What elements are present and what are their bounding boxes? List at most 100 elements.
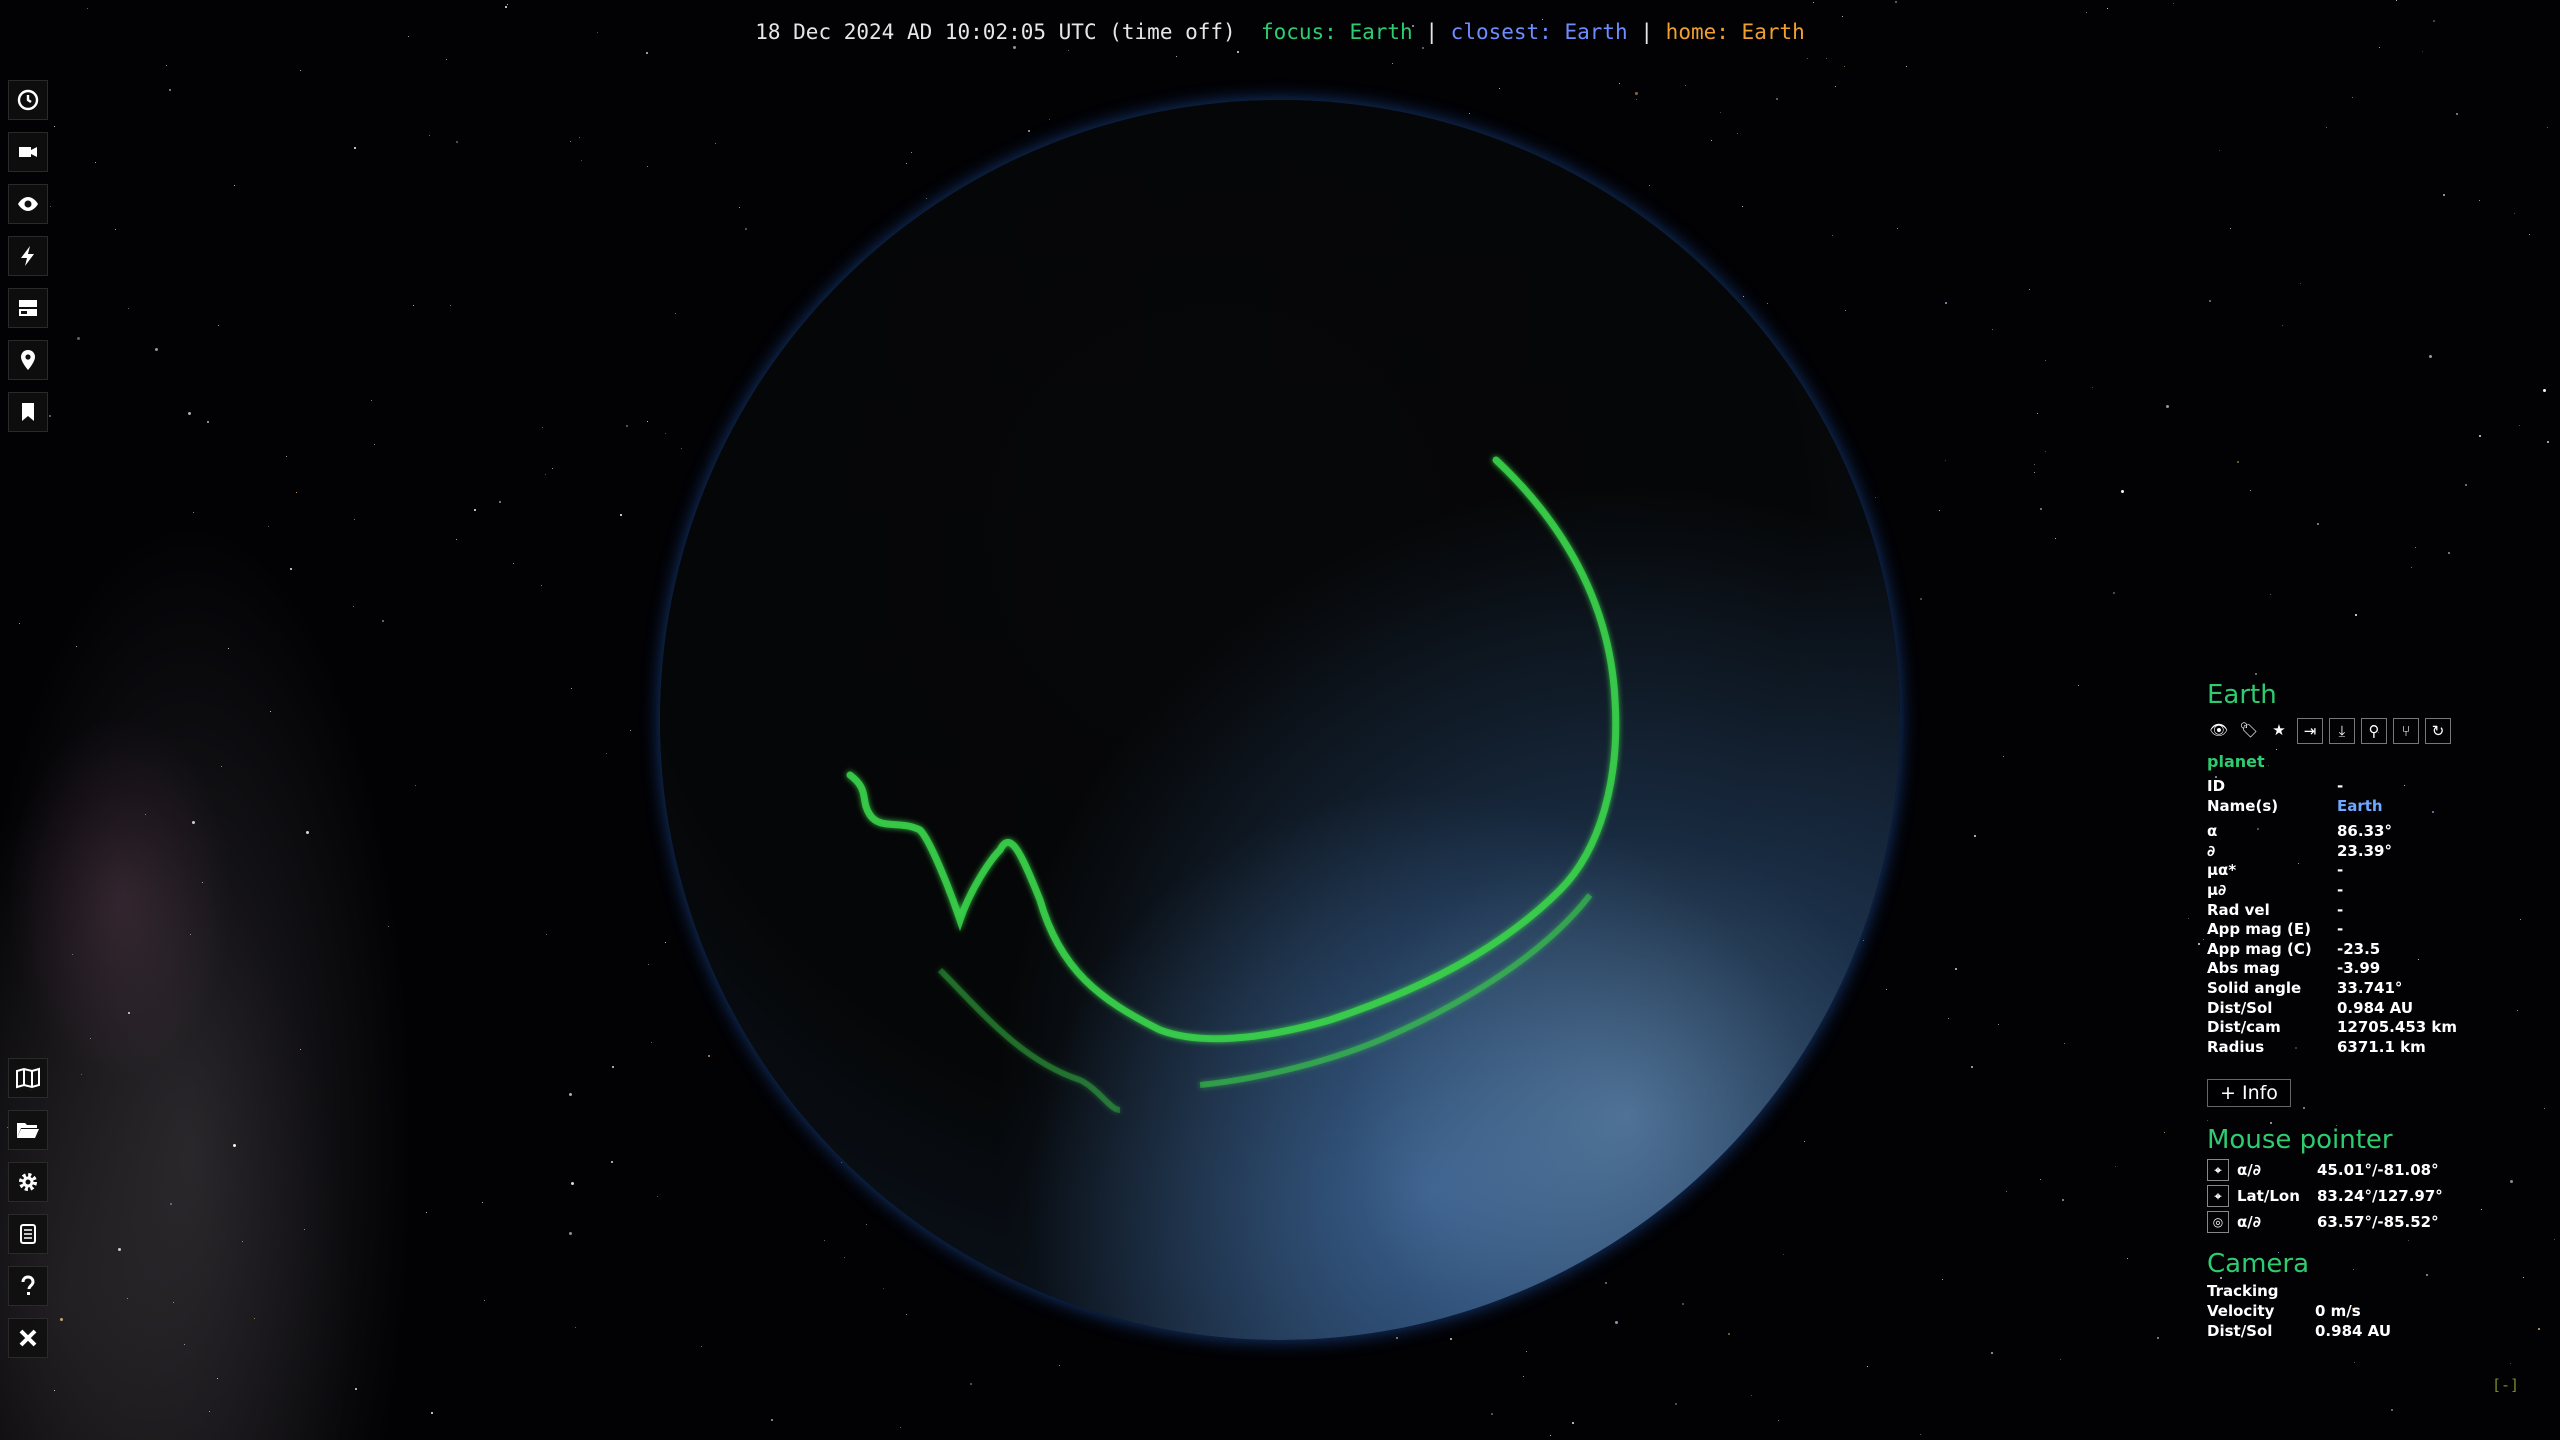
- star: [2107, 8, 2108, 9]
- star: [429, 135, 430, 136]
- star: [2062, 1199, 2064, 1201]
- focus-object-name: Earth: [2207, 680, 2277, 710]
- star: [184, 1344, 185, 1345]
- star: [1835, 86, 1836, 87]
- star: [2326, 127, 2327, 128]
- star: [2157, 1337, 2159, 1339]
- focus-value[interactable]: Earth: [1349, 20, 1412, 44]
- star: [95, 162, 96, 163]
- visibility-button[interactable]: [8, 184, 48, 224]
- focus-info-panel: Earth 👁 🏷 ★ ⇥ ⤓ ⚲ ⑂ ↻ planet ID - Name(s)…: [2207, 678, 2537, 1341]
- star: [1237, 51, 1239, 53]
- goto-icon[interactable]: ⇥: [2297, 718, 2323, 744]
- star: [2354, 1362, 2355, 1363]
- star: [541, 585, 542, 586]
- star: [1804, 1141, 1805, 1142]
- star: [2543, 389, 2546, 392]
- star: [415, 785, 416, 786]
- attr-row: Radius 6371.1 km: [2207, 1037, 2426, 1056]
- star: [482, 1202, 483, 1203]
- home-value[interactable]: Earth: [1742, 20, 1805, 44]
- star: [304, 1229, 305, 1230]
- camera-icon: [19, 147, 37, 157]
- star: [1572, 1422, 1574, 1424]
- star: [611, 1161, 613, 1163]
- name-link[interactable]: Earth: [2337, 797, 2537, 817]
- star: [2554, 1239, 2555, 1240]
- star: [233, 1144, 236, 1147]
- proc-icon[interactable]: ⑂: [2393, 718, 2419, 744]
- open-folder-button[interactable]: [8, 1110, 48, 1150]
- star: [173, 1302, 174, 1303]
- star: [2250, 490, 2251, 491]
- map-icon: [16, 1067, 40, 1089]
- star: [612, 1066, 614, 1068]
- star: [1844, 66, 1845, 67]
- star: [300, 1049, 301, 1050]
- star: [54, 1390, 55, 1391]
- map-button[interactable]: [8, 1058, 48, 1098]
- star: [1550, 1435, 1551, 1436]
- camera-button[interactable]: [8, 132, 48, 172]
- download-icon[interactable]: ⤓: [2329, 718, 2355, 744]
- earth-globe[interactable]: [660, 100, 1900, 1340]
- visual-effects-button[interactable]: [8, 236, 48, 276]
- star: [1743, 296, 1744, 297]
- star: [2230, 228, 2231, 229]
- star: [2465, 484, 2467, 486]
- eye-icon[interactable]: 👁: [2207, 718, 2231, 742]
- quit-button[interactable]: [8, 1318, 48, 1358]
- star: [911, 152, 912, 153]
- star: [1720, 112, 1721, 113]
- star: [192, 821, 195, 824]
- star: [1867, 1366, 1868, 1367]
- bookmarks-button[interactable]: [8, 392, 48, 432]
- pointer-icon: ⌖: [2207, 1185, 2229, 1208]
- log-icon: [20, 1224, 36, 1244]
- star: [1469, 113, 1470, 114]
- datasets-button[interactable]: [8, 288, 48, 328]
- star: [1615, 1321, 1618, 1324]
- collapse-toggle[interactable]: [-]: [2492, 1376, 2519, 1394]
- help-icon: [21, 1275, 35, 1295]
- star: [118, 1248, 121, 1251]
- panel-icon: [19, 300, 37, 316]
- location-button[interactable]: [8, 340, 48, 380]
- star: [1863, 940, 1864, 941]
- star: [1778, 1420, 1779, 1421]
- star: [1737, 133, 1738, 134]
- star: [575, 1327, 576, 1328]
- focus-label: focus:: [1260, 20, 1337, 44]
- star: [431, 1412, 433, 1414]
- landing-icon[interactable]: ⚲: [2361, 718, 2387, 744]
- settings-button[interactable]: [8, 1162, 48, 1202]
- star: [450, 305, 451, 306]
- star: [77, 337, 80, 340]
- star: [2055, 538, 2056, 539]
- tag-icon[interactable]: 🏷: [2237, 718, 2261, 742]
- star: [90, 1038, 91, 1039]
- log-button[interactable]: [8, 1214, 48, 1254]
- star-icon[interactable]: ★: [2267, 718, 2291, 742]
- focus-actions: 👁 🏷 ★ ⇥ ⤓ ⚲ ⑂ ↻: [2207, 718, 2537, 744]
- star: [87, 8, 88, 9]
- star: [651, 1042, 652, 1043]
- time-button[interactable]: [8, 80, 48, 120]
- mouse-pointer-title: Mouse pointer: [2207, 1125, 2393, 1156]
- attr-row: Dist/Sol 0.984 AU: [2207, 998, 2413, 1017]
- star: [446, 59, 447, 60]
- star: [1992, 329, 1993, 330]
- more-info-button[interactable]: + Info: [2207, 1079, 2291, 1108]
- star: [474, 509, 476, 511]
- star: [569, 1093, 572, 1096]
- attr-row: App mag (C) -23.5: [2207, 939, 2381, 958]
- star: [1605, 1282, 1607, 1284]
- eye-icon: [18, 197, 38, 211]
- star: [2113, 592, 2115, 594]
- help-button[interactable]: [8, 1266, 48, 1306]
- star: [49, 415, 51, 417]
- closest-value[interactable]: Earth: [1564, 20, 1627, 44]
- star: [1974, 835, 1976, 837]
- star: [844, 1257, 845, 1258]
- refresh-icon[interactable]: ↻: [2425, 718, 2451, 744]
